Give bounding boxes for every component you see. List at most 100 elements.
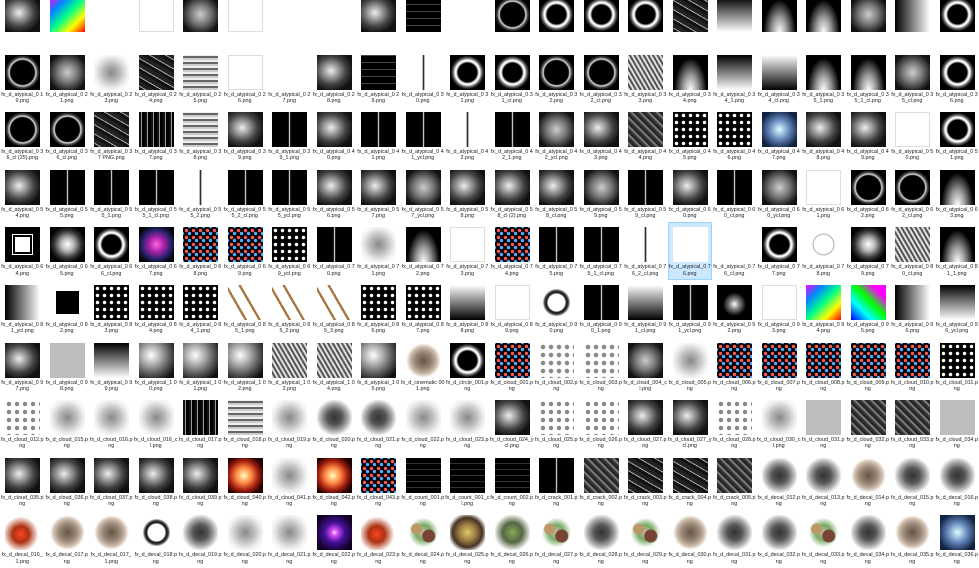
file-tile[interactable]: fx_d_cloud_016.png bbox=[89, 395, 134, 453]
file-tile[interactable]: fx_d_atypical_0 30.png bbox=[401, 50, 446, 108]
file-tile[interactable]: fx_d_atypical_0 54.png bbox=[0, 165, 45, 223]
file-tile[interactable]: fx_d_atypical_0 85_2.png bbox=[267, 280, 312, 338]
file-tile[interactable]: fx_d_atypical_0 93.png bbox=[757, 280, 802, 338]
file-tile[interactable]: fx_d_atypical_0 36.png bbox=[935, 50, 979, 108]
file-tile[interactable] bbox=[134, 0, 179, 50]
file-tile[interactable]: fx_d_atypical_0 82.png bbox=[45, 280, 90, 338]
file-tile[interactable]: fx_d_atypical_0 63.png bbox=[935, 165, 979, 223]
file-tile[interactable]: fx_d_atypical_0 79.png bbox=[846, 222, 891, 280]
file-tile[interactable]: fx_d_atypical_0 57_ycl.png bbox=[401, 165, 446, 223]
file-tile[interactable]: fx_d_atypical_0 35_1.png bbox=[801, 50, 846, 108]
file-tile[interactable]: fx_d_decal_021.png bbox=[267, 510, 312, 568]
file-tile[interactable]: fx_d_decal_035.png bbox=[890, 510, 935, 568]
file-tile[interactable]: fx_d_atypical_0 62.png bbox=[846, 165, 891, 223]
file-tile[interactable]: fx_d_decal_027.png bbox=[534, 510, 579, 568]
file-tile[interactable] bbox=[89, 0, 134, 50]
file-tile[interactable]: fx_d_atypical_0 85_3.png bbox=[312, 280, 357, 338]
file-tile[interactable]: fx_d_atypical_0 19.png bbox=[0, 50, 45, 108]
file-tile[interactable]: fx_d_atypical_0 58_cl (2).png bbox=[490, 165, 535, 223]
file-tile[interactable]: fx_d_decal_022.png bbox=[312, 510, 357, 568]
file-tile[interactable]: fx_d_atypical_1 01.png bbox=[178, 338, 223, 396]
file-tile[interactable]: fx_d_atypical_0 59.png bbox=[579, 165, 624, 223]
file-tile[interactable]: fx_d_atypical_0 85_1.png bbox=[223, 280, 268, 338]
file-tile[interactable]: fx_d_atypical_0 36_cl.png bbox=[45, 107, 90, 165]
file-tile[interactable]: fx_d_cloud_018.png bbox=[223, 395, 268, 453]
file-tile[interactable]: fx_d_atypical_0 92.png bbox=[712, 280, 757, 338]
file-tile[interactable]: fx_d_cloud_043.png bbox=[356, 453, 401, 511]
file-tile[interactable]: fx_d_cloud_015.png bbox=[45, 395, 90, 453]
file-tile[interactable]: fx_d_cinematic 001.png bbox=[401, 338, 446, 396]
file-tile[interactable] bbox=[356, 0, 401, 50]
file-tile[interactable]: fx_d_count_002.png bbox=[490, 453, 535, 511]
file-tile[interactable]: fx_d_atypical_0 55_2.png bbox=[178, 165, 223, 223]
file-tile[interactable] bbox=[312, 0, 357, 50]
file-tile[interactable]: fx_d_decal_030.png bbox=[668, 510, 713, 568]
file-tile[interactable]: fx_d_decal_016_1.png bbox=[0, 510, 45, 568]
file-tile[interactable]: fx_d_decal_013.png bbox=[801, 453, 846, 511]
file-tile[interactable]: fx_d_decal_015.png bbox=[890, 453, 935, 511]
file-tile[interactable]: fx_d_atypical_0 71.png bbox=[356, 222, 401, 280]
file-tile[interactable]: fx_d_atypical_0 58_cl.png bbox=[534, 165, 579, 223]
file-tile[interactable]: fx_d_count_001.png bbox=[401, 453, 446, 511]
file-tile[interactable]: fx_d_cloud_021.png bbox=[356, 395, 401, 453]
file-tile[interactable]: fx_d_atypical_0 97.png bbox=[0, 338, 45, 396]
file-tile[interactable]: fx_d_decal_020.png bbox=[223, 510, 268, 568]
file-tile[interactable]: fx_d_atypical_0 96.png bbox=[890, 280, 935, 338]
file-tile[interactable]: fx_d_decal_026.png bbox=[490, 510, 535, 568]
file-tile[interactable]: fx_d_atypical_0 88.png bbox=[445, 280, 490, 338]
file-tile[interactable]: fx_d_atypical_0 95.png bbox=[846, 280, 891, 338]
file-tile[interactable]: fx_d_atypical_0 51.png bbox=[935, 107, 979, 165]
file-tile[interactable]: fx_d_decal_012.png bbox=[757, 453, 802, 511]
file-tile[interactable]: fx_d_atypical_0 37 PNG.png bbox=[89, 107, 134, 165]
file-tile[interactable]: fx_d_atypical_0 50.png bbox=[890, 107, 935, 165]
file-tile[interactable]: fx_d_atypical_0 35_cl.png bbox=[890, 50, 935, 108]
file-tile[interactable]: fx_d_cloud_019.png bbox=[267, 395, 312, 453]
file-tile[interactable]: fx_d_atypical_0 33.png bbox=[623, 50, 668, 108]
file-tile[interactable]: fx_d_decal_036.png bbox=[935, 510, 979, 568]
file-tile[interactable]: fx_d_atypical_0 90.png bbox=[534, 280, 579, 338]
file-tile[interactable]: fx_d_atypical_0 55_1_cl.png bbox=[134, 165, 179, 223]
file-tile[interactable]: fx_d_atypical_0 43.png bbox=[579, 107, 624, 165]
file-tile[interactable]: fx_d_atypical_0 66_cl.png bbox=[89, 222, 134, 280]
file-tile[interactable]: fx_d_atypical_0 60.png bbox=[668, 165, 713, 223]
file-tile[interactable]: fx_d_atypical_0 34_cl.png bbox=[757, 50, 802, 108]
file-tile[interactable]: fx_d_atypical_0 31.png bbox=[445, 50, 490, 108]
file-tile[interactable] bbox=[623, 0, 668, 50]
file-tile[interactable]: fx_d_cloud_030_cl.png bbox=[757, 395, 802, 453]
file-tile[interactable]: fx_d_atypical_0 74.png bbox=[490, 222, 535, 280]
file-tile[interactable]: fx_d_decal_017_1.png bbox=[89, 510, 134, 568]
file-tile[interactable]: fx_d_atypical_0 76_cl.png bbox=[712, 222, 757, 280]
file-tile[interactable]: fx_d_decal_029.png bbox=[623, 510, 668, 568]
file-tile[interactable]: fx_d_atypical_0 56.png bbox=[312, 165, 357, 223]
file-tile[interactable] bbox=[712, 0, 757, 50]
file-tile[interactable]: fx_d_decal_017.png bbox=[45, 510, 90, 568]
file-tile[interactable]: fx_d_cloud_038.png bbox=[134, 453, 179, 511]
file-tile[interactable]: fx_d_atypical_0 34.png bbox=[668, 50, 713, 108]
file-tile[interactable]: fx_d_atypical_0 38.png bbox=[178, 107, 223, 165]
file-tile[interactable]: fx_d_atypical_0 29.png bbox=[356, 50, 401, 108]
file-tile[interactable]: fx_d_decal_024.png bbox=[401, 510, 446, 568]
file-tile[interactable]: fx_d_atypical_0 69.png bbox=[223, 222, 268, 280]
file-tile[interactable]: fx_d_atypical_0 65.png bbox=[45, 222, 90, 280]
file-tile[interactable]: fx_d_cloud_006.png bbox=[712, 338, 757, 396]
file-tile[interactable]: fx_d_atypical_0 99.png bbox=[89, 338, 134, 396]
file-tile[interactable]: fx_d_atypical_0 49.png bbox=[846, 107, 891, 165]
file-tile[interactable]: fx_d_cloud_033.png bbox=[890, 395, 935, 453]
file-tile[interactable]: fx_d_atypical_0 84.png bbox=[134, 280, 179, 338]
file-tile[interactable]: fx_d_cloud_040.png bbox=[223, 453, 268, 511]
file-tile[interactable]: fx_d_atypical_1 00.png bbox=[134, 338, 179, 396]
file-tile[interactable]: fx_d_cloud_023.png bbox=[445, 395, 490, 453]
file-tile[interactable]: fx_d_atypical_0 90_1.png bbox=[579, 280, 624, 338]
file-tile[interactable]: fx_d_atypical_0 87.png bbox=[401, 280, 446, 338]
file-tile[interactable]: fx_d_cloud_003.png bbox=[579, 338, 624, 396]
file-tile[interactable]: fx_d_atypical_0 47.png bbox=[757, 107, 802, 165]
file-tile[interactable]: fx_d_cloud_002.png bbox=[534, 338, 579, 396]
file-tile[interactable]: fx_d_atypical_0 72.png bbox=[401, 222, 446, 280]
file-tile[interactable]: fx_d_atypical_1 03.png bbox=[267, 338, 312, 396]
file-tile[interactable]: fx_d_atypical_0 67.png bbox=[134, 222, 179, 280]
file-tile[interactable]: fx_d_atypical_0 64.png bbox=[0, 222, 45, 280]
file-tile[interactable] bbox=[801, 0, 846, 50]
file-tile[interactable] bbox=[890, 0, 935, 50]
file-tile[interactable]: fx_d_cloud_039.png bbox=[178, 453, 223, 511]
file-tile[interactable]: fx_d_atypical_0 23.png bbox=[89, 50, 134, 108]
